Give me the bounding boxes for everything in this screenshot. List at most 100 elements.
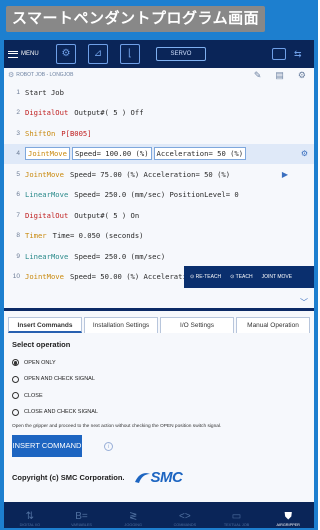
- command-name: DigitalOut: [25, 108, 69, 118]
- digital-io-icon: ⇅: [25, 511, 35, 522]
- teach-label: TEACH: [235, 274, 253, 280]
- commands-icon: <>: [179, 511, 191, 522]
- info-icon[interactable]: i: [104, 441, 113, 451]
- insert-command-button[interactable]: INSERT COMMAND: [12, 435, 82, 457]
- command-name: ShiftOn: [25, 128, 56, 138]
- job-line[interactable]: 6 LinearMove Speed= 250.0 (mm/sec) Posit…: [4, 185, 314, 206]
- line-number: 10: [12, 273, 20, 281]
- line-settings-icon[interactable]: ⚙: [301, 149, 308, 158]
- nav-commands[interactable]: <> COMMANDS: [159, 502, 211, 528]
- document-icon[interactable]: ▤: [275, 70, 284, 81]
- command-args: Speed= 250.0 (mm/sec): [74, 251, 166, 261]
- teach-toolbar: ⊙ RE-TEACH ⊙ TEACH JOINT MOVE: [184, 266, 314, 288]
- bottom-nav: ⇅ DIGITAL I/O B= VARIABLES ≷ JOGGING <> …: [4, 502, 314, 528]
- option-label: CLOSE: [24, 392, 43, 399]
- line-number: 1: [16, 88, 20, 96]
- jogging-icon: ≷: [128, 511, 138, 522]
- pendant-app: MENU ⚙ ⊿ ⌊ SERVO ⇆ ⚙ ROBOT JOB - LONGJOB…: [4, 40, 314, 528]
- nav-label: AIRGRIPPER: [276, 523, 300, 527]
- file-path: ROBOT JOB - LONGJOB: [16, 72, 74, 78]
- hamburger-icon: [8, 50, 18, 58]
- speed-arg[interactable]: Speed= 100.00 (%): [71, 147, 152, 161]
- option-label: OPEN ONLY: [24, 359, 56, 366]
- option-description: Open the gripper and proceed to the next…: [12, 424, 222, 429]
- line-number: 6: [16, 191, 20, 199]
- textual-job-icon: ▭: [231, 511, 242, 522]
- nav-label: JOGGING: [124, 523, 142, 527]
- nav-label: COMMANDS: [173, 523, 197, 527]
- radio[interactable]: [12, 375, 19, 383]
- command-name[interactable]: JointMove: [25, 147, 70, 161]
- command-name: Timer: [25, 231, 47, 241]
- line-number: 3: [16, 129, 20, 137]
- nav-label: TEXTUAL JOB: [223, 523, 250, 527]
- variables-icon: B=: [75, 511, 88, 522]
- radio[interactable]: [12, 392, 19, 400]
- line-number: 8: [16, 232, 20, 240]
- option-open-only[interactable]: OPEN ONLY: [12, 356, 306, 370]
- screenshot-frame: スマートペンダントプログラム画面 MENU ⚙ ⊿ ⌊ SERVO ⇆ ⚙ RO…: [0, 0, 318, 530]
- job-line[interactable]: 1 Start Job: [4, 82, 314, 103]
- job-line[interactable]: 8 Timer Time= 0.050 (seconds): [4, 226, 314, 247]
- joint-move-button[interactable]: JOINT MOVE: [262, 274, 292, 280]
- tab-io-settings[interactable]: I/O Settings: [160, 317, 234, 333]
- job-line-selected[interactable]: 4 JointMove Speed= 100.00 (%) Accelerati…: [4, 143, 314, 164]
- line-number: 9: [16, 252, 20, 260]
- nav-digital-io[interactable]: ⇅ DIGITAL I/O: [4, 502, 56, 528]
- job-line[interactable]: 5 JointMove Speed= 75.00 (%) Acceleratio…: [4, 164, 314, 185]
- coordinate-icon[interactable]: ⊿: [88, 44, 108, 64]
- option-label: OPEN AND CHECK SIGNAL: [24, 376, 95, 383]
- radio-selected[interactable]: [12, 359, 19, 367]
- job-line[interactable]: 7 DigitalOut Output#( 5 ) On: [4, 205, 314, 226]
- tab-manual-operation[interactable]: Manual Operation: [236, 317, 310, 333]
- select-operation-title: Select operation: [12, 340, 71, 349]
- file-bar: ⚙ ROBOT JOB - LONGJOB ✎ ▤ ⚙: [4, 68, 314, 82]
- smc-logo-text: SMC: [150, 469, 183, 486]
- copyright-text: Copyright (c) SMC Corporation.: [12, 473, 125, 482]
- nav-variables[interactable]: B= VARIABLES: [56, 502, 108, 528]
- option-label: CLOSE AND CHECK SIGNAL: [24, 409, 98, 416]
- gripper-panel: Insert Commands Installation Settings I/…: [4, 308, 314, 502]
- edit-icon[interactable]: ✎: [254, 70, 262, 81]
- option-close-check[interactable]: CLOSE AND CHECK SIGNAL: [12, 406, 306, 420]
- command-args: Time= 0.050 (seconds): [52, 231, 144, 241]
- nav-airgripper[interactable]: ⛊ AIRGRIPPER: [262, 502, 314, 528]
- nav-jogging[interactable]: ≷ JOGGING: [107, 502, 159, 528]
- command-args: Output#( 5 ) Off: [74, 108, 144, 118]
- menu-label: MENU: [21, 51, 39, 57]
- option-open-check[interactable]: OPEN AND CHECK SIGNAL: [12, 373, 306, 387]
- job-settings-icon[interactable]: ⚙: [8, 71, 14, 79]
- command-name: LinearMove: [25, 190, 69, 200]
- status-icon[interactable]: ⇆: [294, 48, 308, 60]
- teach-button[interactable]: ⊙ TEACH: [230, 274, 252, 280]
- menu-button[interactable]: MENU: [8, 50, 44, 58]
- job-line[interactable]: 3 ShiftOn P[B005]: [4, 123, 314, 144]
- reteach-label: RE-TEACH: [195, 274, 222, 280]
- servo-button[interactable]: SERVO: [156, 47, 206, 61]
- reteach-button[interactable]: ⊙ RE-TEACH: [190, 274, 221, 280]
- job-line[interactable]: 9 LinearMove Speed= 250.0 (mm/sec): [4, 246, 314, 267]
- play-icon[interactable]: ▶: [282, 170, 288, 179]
- tab-insert-commands[interactable]: Insert Commands: [8, 317, 82, 333]
- top-bar: MENU ⚙ ⊿ ⌊ SERVO ⇆: [4, 40, 314, 68]
- robot-icon[interactable]: ⚙: [56, 44, 76, 64]
- message-icon[interactable]: [272, 48, 286, 60]
- option-close[interactable]: CLOSE: [12, 389, 306, 403]
- tab-installation-settings[interactable]: Installation Settings: [84, 317, 158, 333]
- smc-swoosh-icon: [134, 472, 150, 483]
- page-caption: スマートペンダントプログラム画面: [6, 6, 266, 32]
- nav-textual-job[interactable]: ▭ TEXTUAL JOB: [211, 502, 263, 528]
- panel-body: Select operation OPEN ONLY OPEN AND CHEC…: [4, 333, 314, 493]
- tool-icon[interactable]: ⌊: [120, 44, 140, 64]
- command-name: Start Job: [25, 87, 64, 97]
- job-line[interactable]: 2 DigitalOut Output#( 5 ) Off: [4, 103, 314, 124]
- radio[interactable]: [12, 408, 19, 416]
- line-number: 7: [16, 211, 20, 219]
- smc-logo: SMC: [133, 469, 183, 486]
- command-args: P[B005]: [61, 128, 92, 138]
- settings-icon[interactable]: ⚙: [298, 70, 306, 81]
- chevron-down-icon[interactable]: ﹀: [300, 297, 308, 308]
- acceleration-arg[interactable]: Acceleration= 50 (%): [153, 147, 247, 161]
- nav-label: DIGITAL I/O: [19, 523, 41, 527]
- command-name: JointMove: [25, 272, 64, 282]
